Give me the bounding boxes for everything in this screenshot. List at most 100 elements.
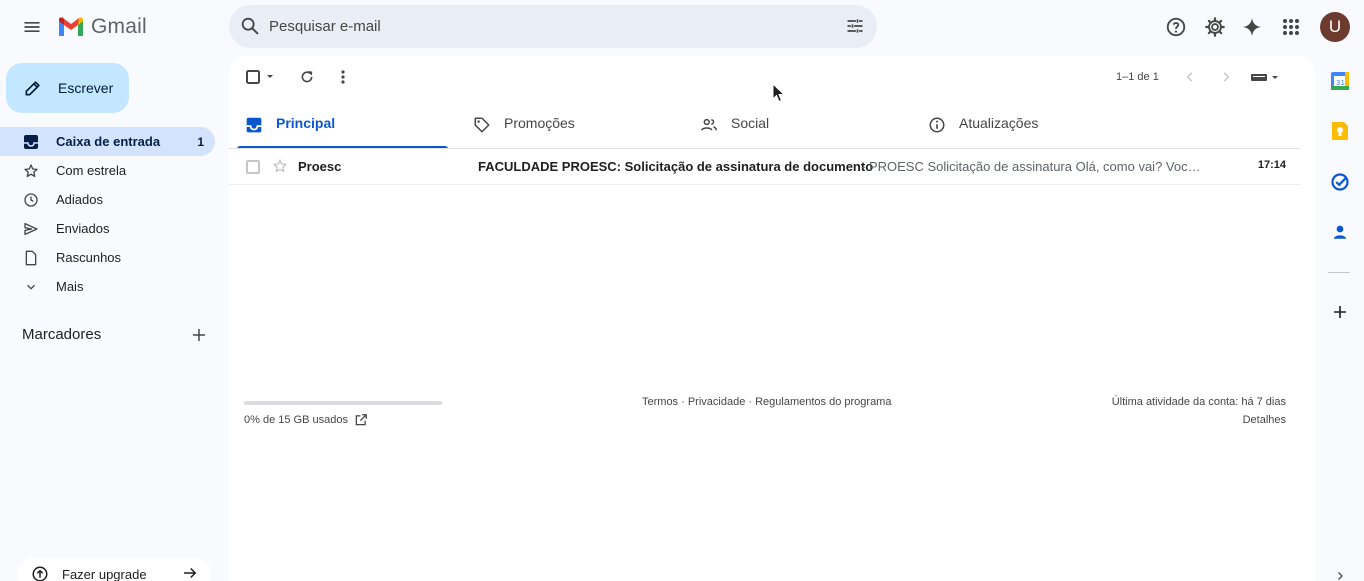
email-sender: Proesc [298, 159, 342, 174]
email-time: 17:14 [1257, 159, 1286, 171]
sidebar-item-drafts[interactable]: Rascunhos [0, 243, 215, 272]
keyboard-icon [1251, 74, 1278, 81]
gmail-logo[interactable]: Gmail [57, 15, 147, 39]
settings-button[interactable] [1195, 7, 1235, 47]
chevron-down-icon [22, 278, 40, 296]
app-name: Gmail [91, 15, 147, 38]
labels-heading: Marcadores [22, 326, 102, 343]
sidebar-item-label: Adiados [56, 192, 103, 207]
gemini-button[interactable] [1232, 7, 1272, 47]
sidebar-item-sent[interactable]: Enviados [0, 214, 215, 243]
gmail-m-icon [59, 17, 83, 36]
pagination-text[interactable]: 1–1 de 1 [1116, 71, 1159, 83]
contacts-icon [1334, 225, 1346, 239]
tag-icon [474, 117, 490, 133]
sidebar-item-label: Rascunhos [56, 250, 122, 265]
tasks-icon [1331, 173, 1349, 191]
storage-usage-text: 0% de 15 GB usados [244, 414, 348, 426]
tab-social[interactable]: Social [692, 106, 903, 149]
gear-icon [1205, 17, 1225, 37]
contacts-app-button[interactable] [1328, 220, 1352, 244]
sidebar-item-more[interactable]: Mais [0, 272, 215, 301]
chevron-right-icon [1223, 72, 1230, 82]
sidebar-item-snoozed[interactable]: Adiados [0, 185, 215, 214]
program-policies-link[interactable]: Regulamentos do programa [755, 396, 891, 408]
input-tools-button[interactable] [1249, 67, 1281, 87]
tab-label: Principal [276, 115, 336, 131]
more-options-button[interactable] [333, 67, 353, 87]
inbox-icon [246, 117, 262, 133]
email-row[interactable]: Proesc FACULDADE PROESC: Solicitação de … [229, 149, 1301, 185]
main-menu-button[interactable] [12, 7, 52, 47]
sidebar-nav: Caixa de entrada 1 Com estrela Adiados E… [0, 127, 216, 301]
search-icon[interactable] [239, 15, 261, 37]
storage-meter [244, 401, 442, 405]
sidebar-item-label: Caixa de entrada [56, 134, 161, 149]
checkbox-icon [246, 70, 273, 84]
chevron-left-icon [1186, 72, 1193, 82]
google-apps-button[interactable] [1271, 7, 1311, 47]
refresh-icon [301, 71, 313, 83]
arrow-right-icon [184, 567, 197, 579]
sidebar-item-starred[interactable]: Com estrela [0, 156, 215, 185]
more-vert-icon [341, 70, 345, 84]
open-in-new-icon[interactable] [354, 413, 368, 427]
footer-separator: · [745, 396, 756, 408]
draft-icon [22, 249, 40, 267]
send-icon [22, 220, 40, 238]
last-activity-text: Última atividade da conta: há 7 dias [1111, 396, 1286, 408]
unread-count: 1 [197, 134, 204, 149]
calendar-icon: 31 [1331, 72, 1349, 90]
privacy-link[interactable]: Privacidade [688, 396, 745, 408]
tasks-app-button[interactable] [1328, 170, 1352, 194]
sidebar-item-label: Mais [56, 279, 84, 294]
svg-text:31: 31 [1336, 79, 1345, 87]
email-snippet: - PROESC Solicitação de assinatura Olá, … [861, 159, 1203, 174]
mouse-cursor-icon [772, 83, 786, 103]
footer-links: Termos · Privacidade · Regulamentos do p… [642, 396, 891, 408]
details-link[interactable]: Detalhes [1243, 414, 1286, 426]
inbox-icon [22, 133, 40, 151]
mail-panel: 1–1 de 1 Principal Promoções Social Atua… [229, 56, 1315, 581]
upgrade-button[interactable]: Fazer upgrade [17, 558, 211, 581]
people-icon [701, 118, 717, 131]
add-label-icon[interactable] [190, 326, 208, 344]
select-all-checkbox[interactable] [243, 67, 277, 87]
terms-link[interactable]: Termos [642, 396, 678, 408]
star-icon[interactable] [272, 158, 288, 174]
search-bar[interactable] [229, 5, 877, 48]
upgrade-label: Fazer upgrade [62, 566, 147, 581]
older-button[interactable] [1217, 67, 1235, 87]
email-checkbox[interactable] [246, 160, 260, 174]
account-avatar[interactable]: U [1320, 12, 1350, 42]
get-addons-button[interactable] [1328, 300, 1352, 324]
side-panel-divider [1328, 272, 1350, 273]
refresh-button[interactable] [297, 67, 317, 87]
top-bar: Gmail U [0, 0, 1364, 54]
tab-atualizacoes[interactable]: Atualizações [920, 106, 1131, 149]
clock-icon [22, 191, 40, 209]
tab-principal[interactable]: Principal [237, 106, 448, 149]
tab-label: Promoções [504, 115, 575, 131]
apps-grid-icon [1283, 19, 1299, 35]
sidebar-item-label: Enviados [56, 221, 110, 236]
star-icon [22, 162, 40, 180]
sparkle-icon [1242, 17, 1262, 37]
sidebar-item-label: Com estrela [56, 163, 127, 178]
chevron-right-icon [1338, 572, 1343, 580]
search-input[interactable] [269, 5, 829, 48]
plus-icon [1334, 306, 1346, 318]
help-icon [1166, 17, 1186, 37]
compose-button[interactable]: Escrever [6, 63, 129, 113]
show-side-panel-button[interactable] [1328, 564, 1352, 581]
support-button[interactable] [1156, 7, 1196, 47]
upgrade-icon [32, 566, 48, 581]
newer-button[interactable] [1181, 67, 1199, 87]
search-options-icon[interactable] [845, 16, 865, 36]
calendar-app-button[interactable]: 31 [1328, 69, 1352, 93]
sidebar-item-inbox[interactable]: Caixa de entrada 1 [0, 127, 215, 156]
tab-promocoes[interactable]: Promoções [465, 106, 676, 149]
pencil-icon [25, 81, 40, 96]
compose-label: Escrever [58, 80, 114, 96]
keep-app-button[interactable] [1328, 119, 1352, 143]
